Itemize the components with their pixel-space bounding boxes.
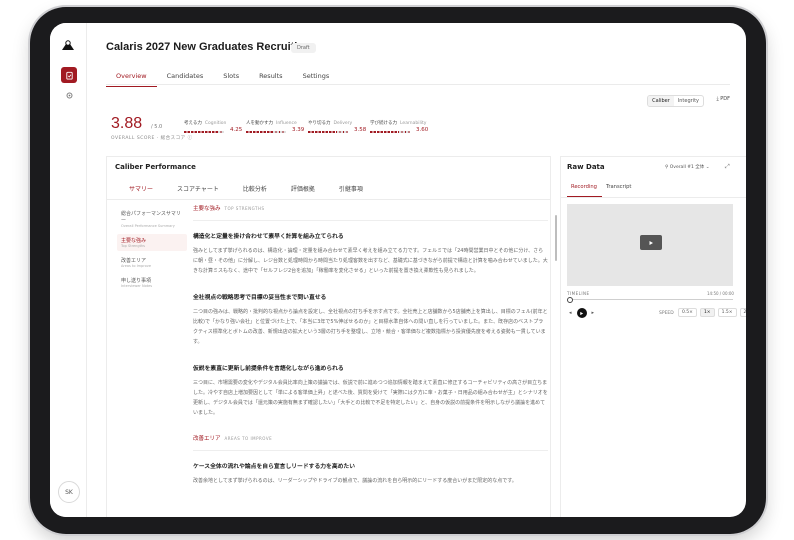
pdf-label: PDF [720, 96, 730, 102]
status-badge: Draft [291, 43, 316, 53]
chevron-down-icon: ⌄ [705, 165, 710, 170]
user-avatar[interactable]: SK [58, 481, 80, 503]
subtab-summary[interactable]: サマリー [117, 184, 166, 200]
timeline-time: 14:50 / 00:00 [707, 291, 734, 296]
metric-influence: 人を動かす力 Influence 3.39 [246, 121, 305, 133]
clipboard-icon[interactable] [61, 67, 77, 83]
overall-score: 3.88 [111, 115, 143, 132]
speed-label: SPEED [659, 311, 674, 316]
strength-body: 三つ目に、市場需要の変化やデジタル会員比率向上策の議論では、仮説で前に進めつつ追… [193, 380, 548, 416]
metric-cognition: 考える力 Cognition 4.25 [184, 121, 243, 133]
tab-recording[interactable]: Recording [567, 184, 602, 197]
main-area: Calaris 2027 New Graduates Recruiting Dr… [86, 23, 746, 517]
metric-bar [308, 131, 348, 133]
nav-item-strengths[interactable]: 主要な強み Top Strengths [117, 234, 187, 251]
skip-forward-icon[interactable]: ▸ [592, 310, 595, 316]
caliber-panel: Caliber Performance サマリー スコアチャート 比較分析 評価… [106, 156, 557, 517]
metric-bar [370, 131, 410, 133]
divider [193, 220, 548, 221]
speed-options: 0.5× 1× 1.5× 2× [678, 308, 746, 317]
subtab-handover[interactable]: 引継事項 [327, 184, 375, 200]
subtab-score-chart[interactable]: スコアチャート [165, 184, 231, 200]
tab-divider [106, 84, 730, 85]
strength-body: 強みとしてまず挙げられるのは、構造化・論理・定量を組み合わせて素早く考えを組み立… [193, 248, 548, 274]
filter-icon: ⚲ [665, 165, 669, 170]
timeline-label: TIMELINE [567, 291, 590, 296]
panel-title: Caliber Performance [115, 163, 196, 171]
speed-0-5x[interactable]: 0.5× [678, 308, 697, 317]
timeline-handle[interactable] [567, 297, 573, 303]
expand-icon[interactable]: ⤢ [725, 163, 730, 171]
subtab-evidence[interactable]: 評価根拠 [279, 184, 327, 200]
divider [193, 450, 548, 451]
playback-controls: ◂ ▸ [569, 308, 594, 318]
metric-bar [246, 131, 286, 133]
app-logo-icon [62, 40, 74, 50]
overall-score-max: / 5.0 [151, 124, 163, 130]
page-title: Calaris 2027 New Graduates Recruiting [106, 41, 311, 53]
scrollbar[interactable] [555, 215, 557, 261]
toggle-caliber[interactable]: Caliber [648, 96, 674, 106]
raw-data-panel: Raw Data ⚲ Overall #1 全体 ⌄ ⤢ Recording T… [560, 156, 746, 517]
nav-item-summary[interactable]: 総合パフォーマンスサマリー Overall Performance Summary [117, 207, 187, 231]
strength-heading: 構造化と定量を掛け合わせて素早く計算を組み立てられる [193, 234, 344, 240]
metric-learnability: 学び続ける力 Learnability 3.60 [370, 121, 429, 133]
video-play-icon[interactable] [640, 235, 662, 250]
speed-2x[interactable]: 2× [739, 308, 746, 317]
strength-heading: 仮説を素直に更新し前提条件を言語化しながら進められる [193, 366, 344, 372]
caliber-subtabs: サマリー スコアチャート 比較分析 評価根拠 引継事項 [117, 184, 375, 200]
subtab-comparison[interactable]: 比較分析 [231, 184, 279, 200]
strength-body: 二つ目の強みは、戦略的・批判的な視点から論点を設定し、全社視点の打ち手を示す点で… [193, 309, 548, 345]
view-toggle: Caliber Integrity [647, 95, 704, 107]
side-rail: SK [50, 23, 87, 517]
speed-1x[interactable]: 1× [699, 308, 715, 317]
timeline-track[interactable] [569, 299, 733, 300]
raw-data-title: Raw Data [567, 163, 605, 171]
gear-icon[interactable] [61, 87, 77, 103]
section-label-strengths: 主要な強み TOP STRENGTHS [193, 206, 265, 212]
pdf-button[interactable]: ⤓ PDF [716, 96, 730, 102]
strength-heading: 全社視点の戦略思考で目標の妥当性まで問い直せる [193, 295, 327, 301]
play-icon[interactable] [576, 308, 587, 318]
skip-back-icon[interactable]: ◂ [569, 310, 572, 316]
section-nav: 総合パフォーマンスサマリー Overall Performance Summary… [117, 207, 187, 294]
subtab-divider [107, 199, 550, 200]
overall-score-label: OVERALL SCORE · 総合スコア ⓘ [111, 136, 193, 141]
video-player[interactable] [567, 204, 733, 286]
raw-data-tabs: Recording Transcript [567, 184, 636, 197]
overall-filter[interactable]: ⚲ Overall #1 全体 ⌄ [665, 164, 710, 170]
info-icon[interactable]: ⓘ [188, 136, 193, 141]
nav-item-notes[interactable]: 申し送り事項 Interviewer Notes [117, 274, 187, 291]
summary-content: 主要な強み TOP STRENGTHS 構造化と定量を掛け合わせて素早く計算を組み… [193, 204, 548, 517]
section-label-improve: 改善エリア AREAS TO IMPROVE [193, 436, 273, 442]
metric-delivery: やり切る力 Delivery 3.58 [308, 121, 367, 133]
improve-body: 改善余地としてまず挙げられるのは、リーダーシップやドライブの観点で、議論の流れを… [193, 478, 517, 484]
tab-transcript[interactable]: Transcript [602, 184, 636, 197]
toggle-integrity[interactable]: Integrity [674, 96, 703, 106]
nav-item-improve[interactable]: 改善エリア Areas to Improve [117, 254, 187, 271]
speed-1-5x[interactable]: 1.5× [717, 308, 737, 317]
improve-heading: ケース全体の流れや論点を自ら宣言しリードする力を高めたい [193, 464, 356, 470]
app-screen: SK Calaris 2027 New Graduates Recruiting… [50, 23, 746, 517]
raw-data-divider [561, 197, 746, 198]
metric-bar [184, 131, 224, 133]
